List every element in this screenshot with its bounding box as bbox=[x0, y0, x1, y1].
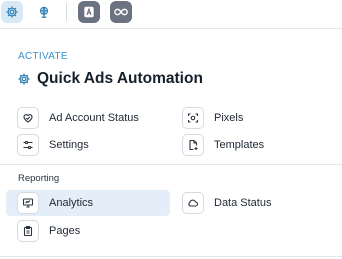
sliders-icon bbox=[17, 134, 39, 156]
page-title: Quick Ads Automation bbox=[37, 70, 203, 87]
document-add-icon bbox=[182, 134, 204, 156]
app-a-icon bbox=[82, 5, 96, 19]
top-toolbar bbox=[0, 0, 342, 28]
menu-item-label: Templates bbox=[214, 139, 265, 151]
menu-item-label: Ad Account Status bbox=[49, 112, 139, 124]
menu-item-pages[interactable]: Pages bbox=[17, 218, 167, 244]
menu-item-label: Pixels bbox=[214, 112, 244, 124]
infinity-icon bbox=[113, 5, 129, 19]
menu-item-label: Analytics bbox=[49, 197, 94, 209]
menu-item-label: Data Status bbox=[214, 197, 272, 209]
menu-item-ad-account-status[interactable]: Ad Account Status bbox=[17, 105, 167, 131]
menu-item-analytics[interactable]: Analytics bbox=[6, 190, 170, 216]
app-a-button[interactable] bbox=[78, 1, 100, 23]
app-title-row: Quick Ads Automation bbox=[17, 69, 203, 89]
panel-bottom-divider bbox=[0, 256, 342, 257]
toolbar-divider bbox=[0, 28, 342, 29]
clipboard-icon bbox=[17, 220, 39, 242]
menu-item-label: Settings bbox=[49, 139, 89, 151]
heart-check-icon bbox=[17, 107, 39, 129]
gear-button[interactable] bbox=[1, 1, 23, 23]
section-label: ACTIVATE bbox=[18, 51, 68, 62]
monitor-chart-icon bbox=[17, 192, 39, 214]
globe-icon bbox=[37, 5, 51, 19]
cloud-sync-icon bbox=[182, 192, 204, 214]
infinity-button[interactable] bbox=[110, 1, 132, 23]
section-divider bbox=[0, 164, 342, 165]
gear-icon bbox=[17, 72, 31, 86]
menu-item-label: Pages bbox=[49, 225, 81, 237]
menu-item-settings[interactable]: Settings bbox=[17, 132, 167, 158]
globe-button[interactable] bbox=[33, 1, 55, 23]
toolbar-separator bbox=[66, 3, 67, 21]
reporting-heading: Reporting bbox=[18, 173, 60, 184]
app-panel: ACTIVATE Quick Ads Automation Ad Account… bbox=[0, 36, 342, 259]
menu-item-pixels[interactable]: Pixels bbox=[182, 105, 332, 131]
menu-item-templates[interactable]: Templates bbox=[182, 132, 332, 158]
menu-item-data-status[interactable]: Data Status bbox=[182, 190, 332, 216]
pixel-scan-icon bbox=[182, 107, 204, 129]
gear-icon bbox=[5, 5, 19, 19]
